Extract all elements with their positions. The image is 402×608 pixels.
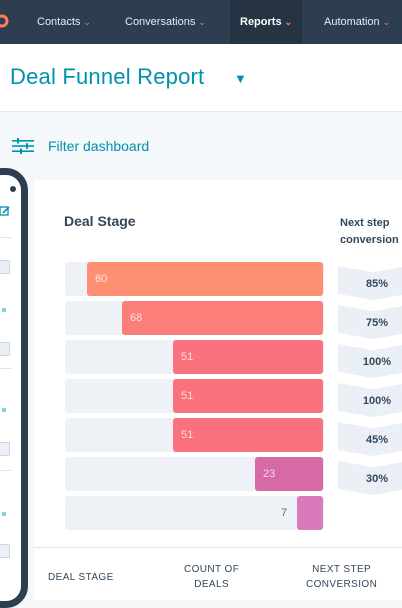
col-count-line1: COUNT OF (184, 564, 240, 575)
funnel-bar[interactable] (87, 262, 323, 296)
table-header: DEAL STAGE COUNT OF DEALS NEXT STEP CONV… (34, 547, 402, 591)
nav-conversations[interactable]: Conversations ⌄ (125, 0, 206, 44)
nav-contacts[interactable]: Contacts ⌄ (37, 0, 91, 44)
page-title: Deal Funnel Report (10, 64, 205, 89)
report-header: Deal Funnel Report ▼ (0, 44, 402, 112)
panel-marker (2, 408, 6, 412)
hubspot-logo-icon[interactable] (0, 13, 10, 29)
title-dropdown-icon[interactable]: ▼ (234, 71, 247, 86)
funnel-bar[interactable] (173, 418, 323, 452)
conversion-rate: 30% (365, 473, 389, 485)
panel-field[interactable] (0, 544, 10, 558)
funnel-bar-value: 51 (181, 429, 194, 441)
funnel-bar-value: 51 (181, 390, 194, 402)
funnel-bar-value: 80 (95, 273, 108, 285)
panel-divider (0, 368, 12, 369)
deal-stage-heading: Deal Stage (64, 213, 136, 229)
edit-icon[interactable] (0, 206, 10, 216)
nav-automation-label: Automation (324, 16, 380, 28)
funnel-bar-value: 68 (130, 312, 143, 324)
col-next-step-conversion[interactable]: NEXT STEP CONVERSION (306, 562, 377, 592)
funnel-bar-value: 51 (181, 351, 194, 363)
chevron-down-icon: ⌄ (284, 17, 293, 27)
panel-marker (2, 512, 6, 516)
nav-reports[interactable]: Reports ⌄ (230, 0, 303, 44)
filter-dashboard-link[interactable]: Filter dashboard (48, 138, 149, 154)
panel-divider (0, 470, 12, 471)
funnel-bar-value: 7 (281, 507, 288, 519)
top-nav: Contacts ⌄ Conversations ⌄ Reports ⌄ Automa… (0, 0, 402, 44)
col-deal-stage[interactable]: DEAL STAGE (48, 570, 114, 585)
funnel-bar-value: 23 (263, 468, 276, 480)
sliders-icon[interactable] (12, 138, 34, 154)
col-next-line1: NEXT STEP (312, 564, 372, 575)
chevron-down-icon: ⌄ (83, 17, 91, 27)
next-step-heading-line1: Next step (340, 217, 390, 229)
panel-dot (10, 186, 16, 192)
funnel-bar[interactable] (173, 379, 323, 413)
panel-field[interactable] (0, 260, 10, 274)
conversion-rate: 100% (362, 356, 392, 368)
panel-field[interactable] (0, 342, 10, 356)
nav-contacts-label: Contacts (37, 16, 81, 28)
funnel-bar[interactable] (297, 496, 323, 530)
chevron-down-icon: ⌄ (382, 17, 391, 27)
funnel-bar[interactable] (173, 340, 323, 374)
col-count-of-deals[interactable]: COUNT OF DEALS (184, 562, 239, 592)
side-panel (0, 168, 28, 608)
conversion-rate: 85% (365, 278, 389, 290)
funnel-bar[interactable] (122, 301, 323, 335)
conversion-rate: 100% (362, 395, 392, 407)
conversion-rate: 75% (365, 317, 389, 329)
next-step-heading: Next step conversion (340, 215, 402, 249)
col-count-line2: DEALS (194, 579, 230, 590)
panel-field[interactable] (0, 442, 10, 456)
conversion-rate: 45% (365, 434, 389, 446)
next-step-heading-line2: conversion (340, 234, 399, 246)
panel-divider (0, 237, 12, 238)
panel-marker (2, 308, 6, 312)
col-next-line2: CONVERSION (306, 579, 378, 590)
nav-reports-label: Reports (240, 16, 282, 28)
nav-automation[interactable]: Automation ⌄ (324, 0, 390, 44)
nav-conversations-label: Conversations (125, 16, 196, 28)
chevron-down-icon: ⌄ (198, 17, 206, 27)
